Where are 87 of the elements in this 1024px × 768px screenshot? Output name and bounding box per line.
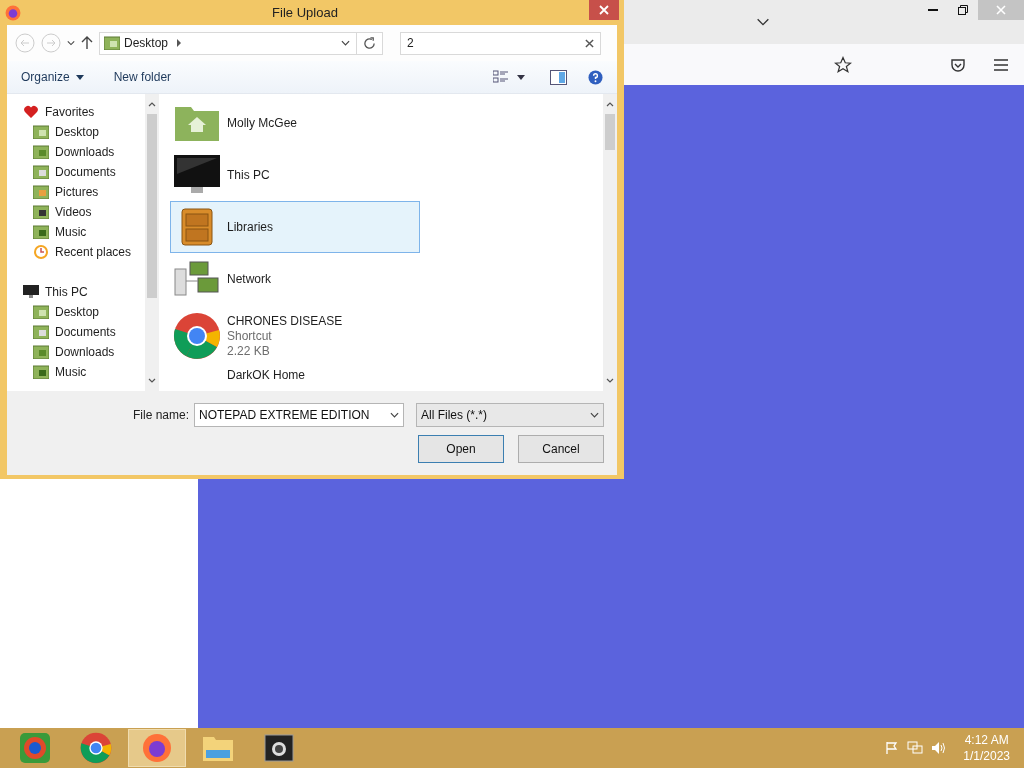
- dialog-button[interactable]: Open: [418, 435, 504, 463]
- search-field[interactable]: 2: [400, 31, 601, 55]
- sidebar-scrollbar[interactable]: [145, 94, 159, 391]
- folder-icon: [33, 325, 49, 339]
- sidebar-item[interactable]: This PC: [7, 282, 145, 302]
- sidebar-item[interactable]: Documents: [7, 322, 145, 342]
- file-detail: Shortcut: [227, 328, 273, 344]
- file-name: DarkOK Home: [227, 368, 306, 383]
- file-name: Molly McGee: [227, 115, 297, 131]
- menu-icon[interactable]: [994, 58, 1008, 71]
- network-icon: [174, 261, 220, 297]
- refresh-icon[interactable]: [363, 36, 376, 50]
- address-bar[interactable]: Desktop: [99, 31, 383, 55]
- sidebar-item[interactable]: Favorites: [7, 102, 145, 122]
- file-detail: 2.22 KB: [227, 343, 271, 359]
- dropdown-icon: [341, 40, 350, 46]
- file-type-dropdown[interactable]: All Files (*.*): [416, 403, 604, 427]
- window-title: File Upload: [271, 3, 339, 22]
- scroll-thumb[interactable]: [147, 114, 157, 298]
- close-icon: [996, 5, 1006, 15]
- file-item[interactable]: Libraries: [170, 201, 420, 253]
- restore-icon[interactable]: [958, 5, 968, 15]
- chevron-down-icon[interactable]: [756, 18, 770, 26]
- file-item[interactable]: DarkOK Home: [170, 367, 420, 387]
- sidebar-item[interactable]: Music: [7, 222, 145, 242]
- file-list-scrollbar[interactable]: [603, 94, 617, 391]
- file-item[interactable]: Network: [170, 253, 420, 305]
- close-button[interactable]: [589, 0, 619, 20]
- minimize-icon[interactable]: [928, 8, 938, 12]
- close-icon: [599, 5, 609, 15]
- sidebar-item[interactable]: Pictures: [7, 182, 145, 202]
- sidebar-item[interactable]: Videos: [7, 202, 145, 222]
- firefox-icon[interactable]: [142, 733, 172, 763]
- sidebar-item[interactable]: Documents: [7, 162, 145, 182]
- sidebar-item[interactable]: Downloads: [7, 142, 145, 162]
- clock-icon: [33, 244, 49, 260]
- chevron-right-icon: [176, 39, 183, 47]
- speaker-icon[interactable]: [931, 741, 948, 755]
- sidebar-item[interactable]: Desktop: [7, 302, 145, 322]
- monitor-icon: [23, 285, 39, 299]
- sidebar-item[interactable]: Recent places: [7, 242, 145, 262]
- caret-icon[interactable]: [517, 74, 525, 80]
- folder-icon: [33, 145, 49, 159]
- file-name: Network: [227, 271, 271, 287]
- clear-icon[interactable]: [585, 38, 594, 48]
- folder-icon: [33, 345, 49, 359]
- file-name-combobox[interactable]: NOTEPAD EXTREME EDITION: [194, 403, 404, 427]
- firefox-icon: [5, 4, 21, 21]
- recent-locations-icon: [67, 40, 75, 46]
- preview-pane-icon[interactable]: [550, 69, 567, 85]
- desktop-icon: [33, 125, 49, 139]
- pocket-icon[interactable]: [950, 56, 966, 73]
- caret-icon: [75, 74, 84, 80]
- folder-icon: [33, 225, 49, 239]
- sidebar-item[interactable]: Desktop: [7, 122, 145, 142]
- sidebar-item[interactable]: Downloads: [7, 342, 145, 362]
- monitor-icon: [173, 154, 221, 196]
- desktop-icon: [104, 36, 120, 50]
- file-item[interactable]: Molly McGee: [170, 97, 420, 149]
- file-name: This PC: [227, 167, 270, 183]
- up-arrow-icon[interactable]: [81, 36, 93, 50]
- dropdown-icon: [390, 412, 399, 418]
- file-name: CHRONES DISEASE: [227, 313, 343, 329]
- desktop-icon: [33, 305, 49, 319]
- dialog-button[interactable]: Cancel: [518, 435, 604, 463]
- folder-icon: [33, 205, 49, 219]
- folder-icon: [33, 165, 49, 179]
- file-item[interactable]: This PC: [170, 149, 420, 201]
- file-name: Libraries: [227, 219, 274, 235]
- heart-icon: [23, 104, 39, 120]
- chrome-icon[interactable]: [80, 732, 112, 764]
- view-options-icon[interactable]: [493, 70, 509, 84]
- folder-icon: [33, 365, 49, 379]
- app-window-icon[interactable]: [264, 734, 294, 762]
- new-folder-button[interactable]: New folder: [113, 68, 172, 86]
- scroll-thumb[interactable]: [605, 114, 615, 150]
- chrome-beta-icon[interactable]: [19, 732, 51, 764]
- star-icon[interactable]: [834, 55, 852, 74]
- organize-button[interactable]: Organize: [21, 68, 84, 86]
- chrome-icon: [173, 312, 221, 360]
- sidebar-item[interactable]: Music: [7, 362, 145, 382]
- file-name-label: File name:: [132, 407, 189, 424]
- cabinet-icon: [180, 207, 214, 247]
- dropdown-icon: [590, 412, 599, 418]
- file-item[interactable]: CHRONES DISEASE Shortcut 2.22 KB: [170, 305, 420, 367]
- folder-icon: [33, 185, 49, 199]
- help-icon[interactable]: [588, 69, 603, 85]
